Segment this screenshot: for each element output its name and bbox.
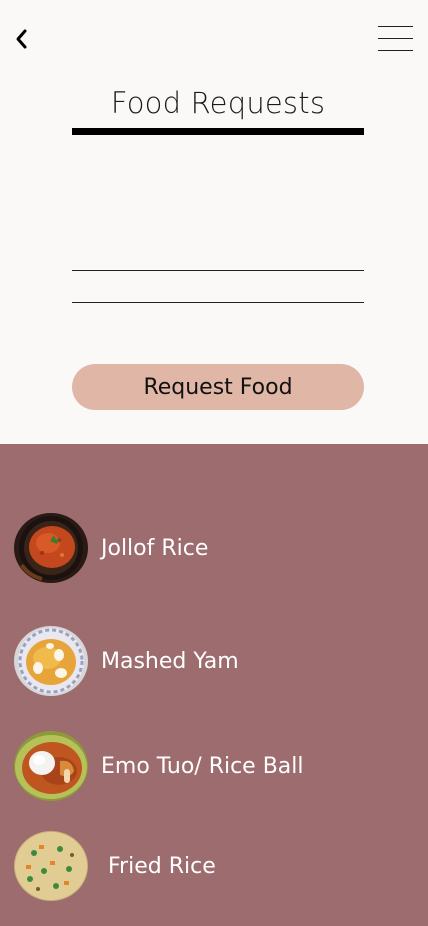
food-item-label: Jollof Rice — [101, 535, 209, 561]
chevron-left-icon — [16, 29, 27, 49]
food-item-label: Fried Rice — [108, 853, 216, 879]
list-item-emo-tuo[interactable]: Emo Tuo/ Rice Ball — [14, 729, 304, 803]
request-field-2[interactable] — [72, 274, 364, 303]
food-item-label: Emo Tuo/ Rice Ball — [101, 753, 304, 779]
hamburger-menu-icon — [378, 26, 413, 28]
food-list: Jollof Rice Mashed Yam Emo Tuo/ Rice Bal… — [0, 444, 428, 926]
page-title: Food Requests — [110, 86, 326, 120]
request-form-section: Food Requests Request Food — [0, 0, 428, 444]
list-item-mashed-yam[interactable]: Mashed Yam — [14, 624, 239, 698]
emo-tuo-image — [14, 731, 88, 801]
list-item-jollof-rice[interactable]: Jollof Rice — [14, 511, 208, 585]
food-item-label: Mashed Yam — [101, 648, 239, 674]
request-food-button[interactable]: Request Food — [72, 364, 364, 410]
hamburger-menu-icon — [378, 38, 413, 40]
menu-button[interactable] — [378, 26, 414, 52]
fried-rice-image — [14, 831, 88, 901]
request-field-1[interactable] — [72, 242, 364, 271]
list-item-fried-rice[interactable]: Fried Rice — [14, 829, 216, 903]
back-button[interactable] — [8, 24, 34, 54]
hamburger-menu-icon — [378, 50, 413, 52]
title-underline — [72, 128, 364, 135]
jollof-rice-image — [14, 513, 88, 583]
mashed-yam-image — [14, 626, 88, 696]
